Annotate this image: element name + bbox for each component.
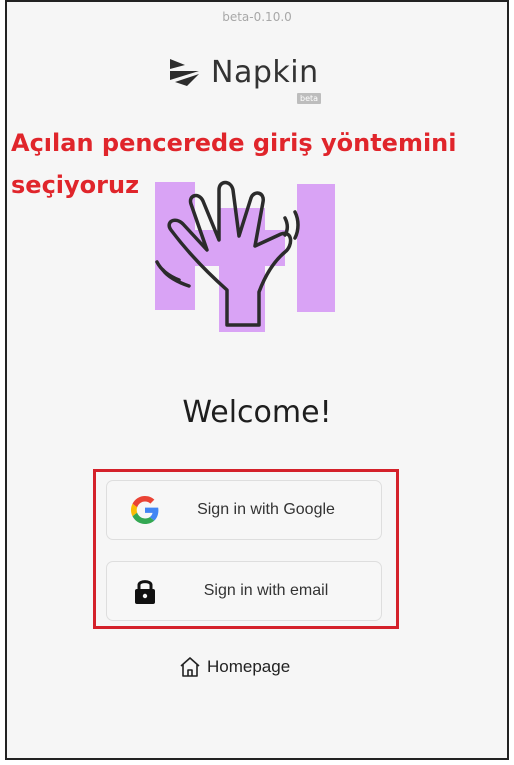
app-window: beta-0.10.0 Napkin beta Açılan pencerede… [5, 0, 509, 760]
google-icon [125, 496, 165, 524]
homepage-link[interactable]: Homepage [179, 656, 290, 678]
welcome-heading: Welcome! [182, 395, 332, 430]
logo-text: Napkin [211, 54, 319, 90]
napkin-logo: Napkin [165, 52, 319, 92]
beta-badge: beta [297, 93, 322, 104]
napkin-logo-icon [170, 59, 199, 86]
homepage-label: Homepage [207, 657, 291, 676]
lock-icon [125, 577, 165, 605]
sign-in-google-button[interactable]: Sign in with Google [106, 480, 382, 540]
annotation-text: Açılan pencerede giriş yöntemini seçiyor… [11, 129, 457, 199]
sign-in-google-label: Sign in with Google [197, 501, 335, 518]
sign-in-email-label: Sign in with email [203, 582, 329, 599]
sign-in-email-button[interactable]: Sign in with email [106, 561, 382, 621]
version-label: beta-0.10.0 [222, 10, 292, 24]
home-icon [180, 657, 200, 677]
